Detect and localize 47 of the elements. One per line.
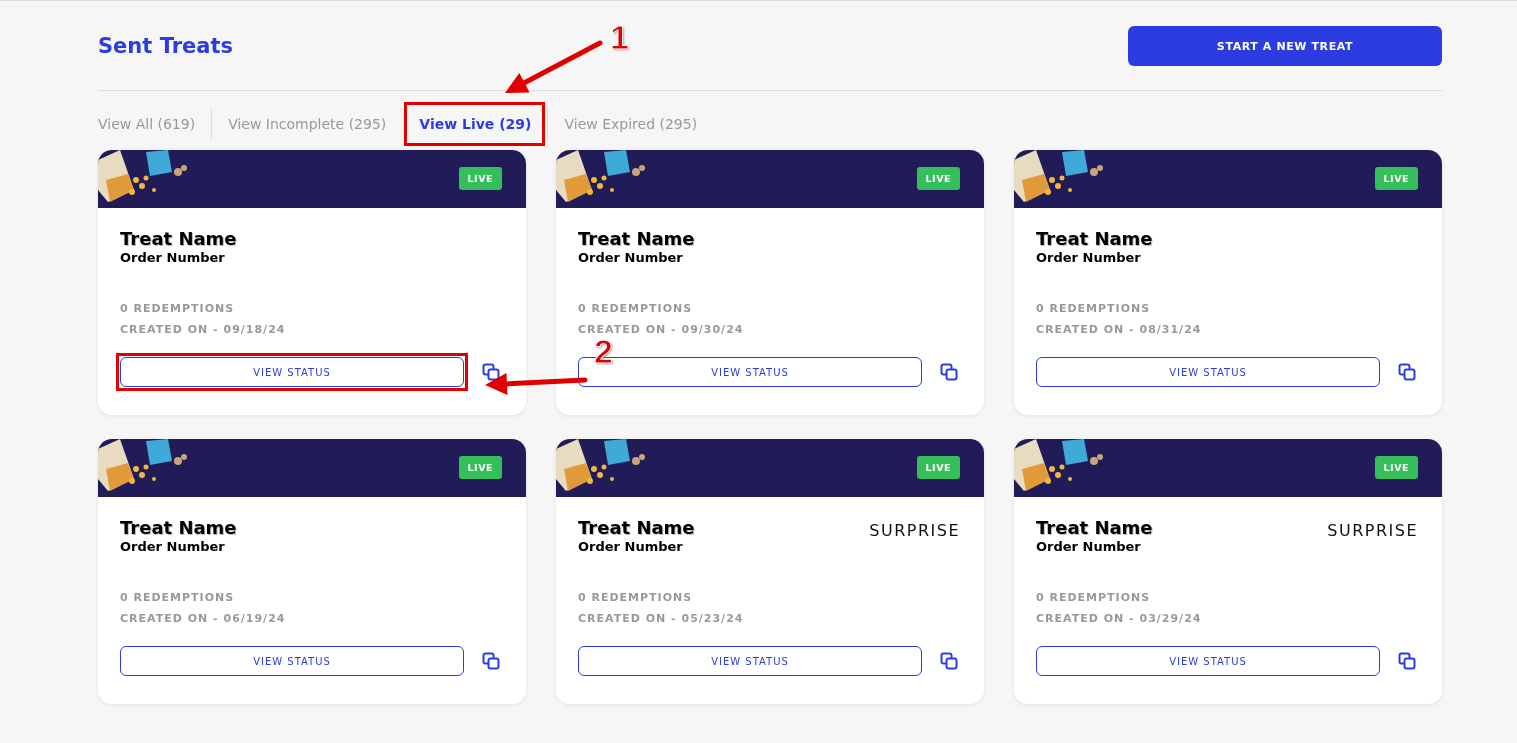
page-title: Sent Treats [98,34,233,58]
redemptions-count: 0 REDEMPTIONS [120,591,236,604]
created-date: CREATED ON - 09/30/24 [578,323,745,336]
redemptions-count: 0 REDEMPTIONS [1036,591,1152,604]
start-treat-button[interactable]: START A NEW TREAT [1128,26,1442,66]
treat-name: Treat Name [1036,517,1153,538]
redemptions-count: 0 REDEMPTIONS [578,591,694,604]
order-number: Order Number [578,539,684,554]
filter-tab[interactable]: View Live (29) [406,104,544,144]
redemptions-count: 0 REDEMPTIONS [120,302,236,315]
treat-name: Treat Name [578,517,695,538]
order-number: Order Number [120,250,226,265]
status-badge: LIVE [1374,456,1418,479]
copy-icon[interactable] [940,652,958,670]
status-badge: LIVE [916,456,960,479]
treat-name: Treat Name [1036,228,1153,249]
redemptions-count: 0 REDEMPTIONS [1036,302,1152,315]
created-date: CREATED ON - 09/18/24 [120,323,287,336]
copy-icon[interactable] [1398,652,1416,670]
order-number: Order Number [578,250,684,265]
treat-name: Treat Name [578,228,695,249]
view-status-button[interactable]: VIEW STATUS [1036,357,1380,387]
copy-icon[interactable] [482,363,500,381]
copy-icon[interactable] [1398,363,1416,381]
created-date: CREATED ON - 08/31/24 [1036,323,1203,336]
status-badge: LIVE [458,456,502,479]
created-date: CREATED ON - 05/23/24 [578,612,745,625]
view-status-button[interactable]: VIEW STATUS [1036,646,1380,676]
view-status-button[interactable]: VIEW STATUS [120,357,464,387]
treat-name: Treat Name [120,228,237,249]
view-status-button[interactable]: VIEW STATUS [120,646,464,676]
treat-name: Treat Name [120,517,237,538]
order-number: Order Number [120,539,226,554]
treat-type-label: SURPRISE [1327,521,1418,540]
order-number: Order Number [1036,250,1142,265]
redemptions-count: 0 REDEMPTIONS [578,302,694,315]
order-number: Order Number [1036,539,1142,554]
view-status-button[interactable]: VIEW STATUS [578,646,922,676]
status-badge: LIVE [458,167,502,190]
treat-type-label: SURPRISE [869,521,960,540]
status-badge: LIVE [1374,167,1418,190]
copy-icon[interactable] [940,363,958,381]
created-date: CREATED ON - 06/19/24 [120,612,287,625]
created-date: CREATED ON - 03/29/24 [1036,612,1203,625]
copy-icon[interactable] [482,652,500,670]
annotation-number: 1 [610,17,629,57]
status-badge: LIVE [916,167,960,190]
